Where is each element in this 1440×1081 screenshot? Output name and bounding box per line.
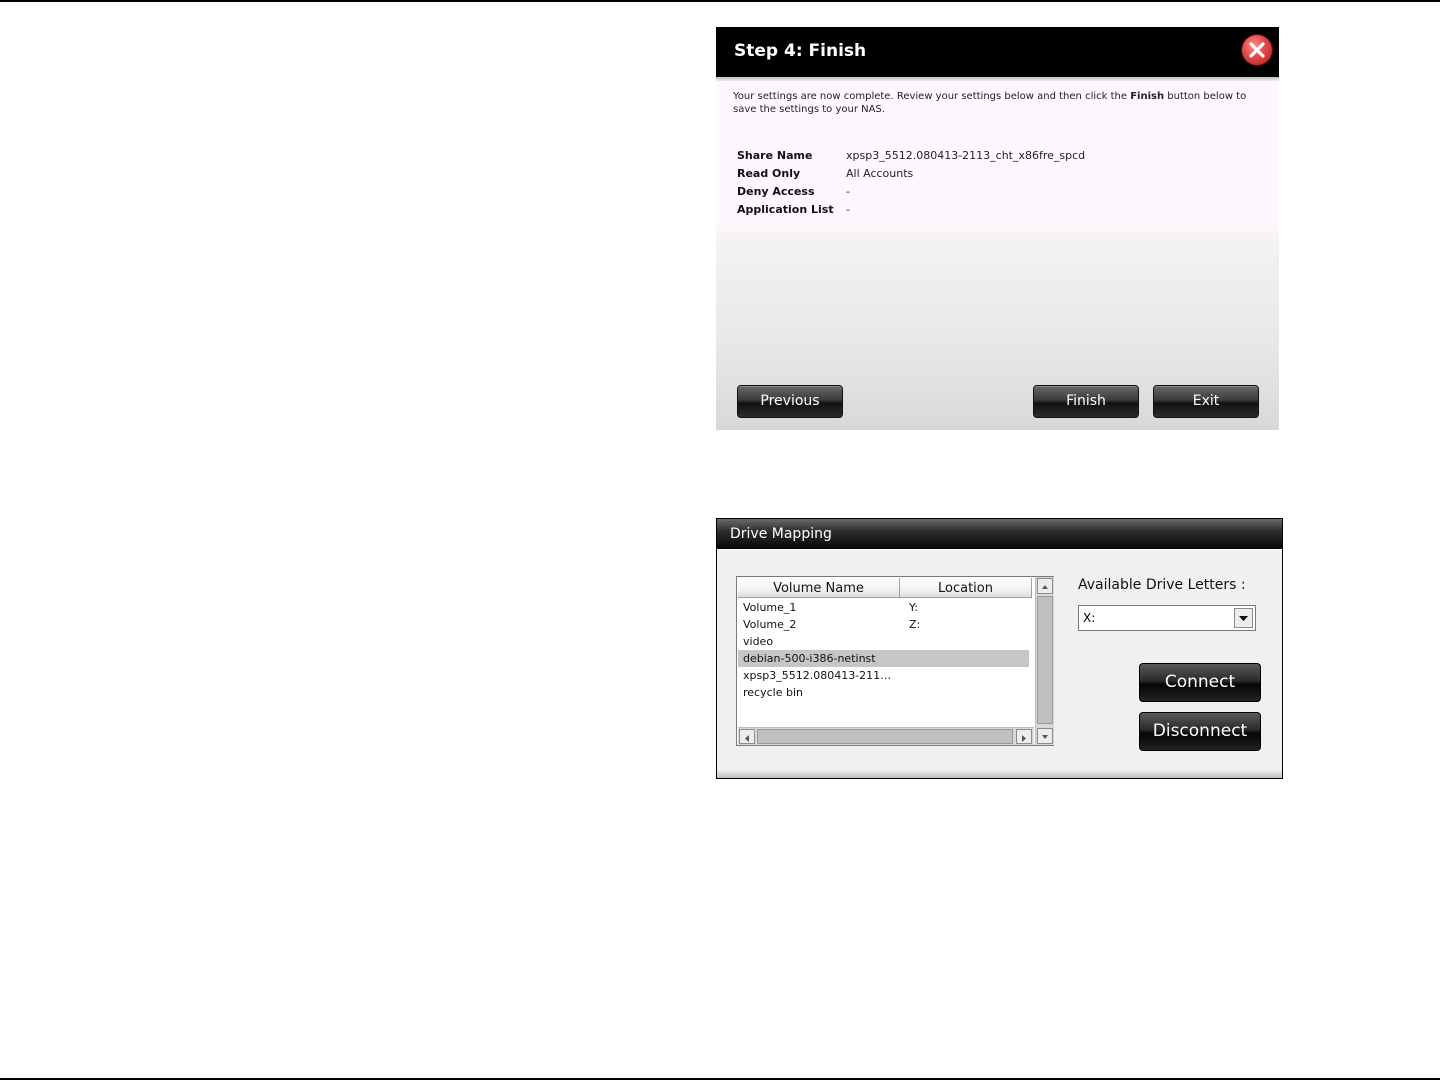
vertical-scrollbar[interactable] <box>1035 577 1054 745</box>
summary-value: - <box>846 185 850 198</box>
volume-list[interactable]: Volume Name Location Volume_1 Y: Volume_… <box>736 576 1054 746</box>
exit-button[interactable]: Exit <box>1153 385 1259 418</box>
volume-name: Volume_1 <box>743 601 797 614</box>
scroll-right-button[interactable] <box>1016 729 1032 744</box>
wizard-title: Step 4: Finish <box>734 41 867 61</box>
summary-label: Deny Access <box>737 185 815 198</box>
drive-letter-select[interactable]: X: <box>1078 605 1256 631</box>
drive-mapping-title: Drive Mapping <box>730 526 832 542</box>
arrow-left-icon <box>745 735 749 742</box>
summary-label: Share Name <box>737 149 813 162</box>
disconnect-button[interactable]: Disconnect <box>1139 712 1261 751</box>
summary-value: xpsp3_5512.080413-2113_cht_x86fre_spcd <box>846 149 1086 162</box>
volume-location: Y: <box>909 601 918 614</box>
summary-row-read-only: Read Only All Accounts <box>737 165 1085 183</box>
volume-list-rows: Volume_1 Y: Volume_2 Z: video debian-500… <box>738 599 1032 701</box>
volume-name: xpsp3_5512.080413-211… <box>743 669 892 682</box>
drive-mapping-titlebar: Drive Mapping <box>717 519 1282 549</box>
summary-label: Application List <box>737 203 834 216</box>
arrow-up-icon <box>1042 585 1048 589</box>
column-header-location[interactable]: Location <box>900 578 1032 598</box>
previous-button[interactable]: Previous <box>737 385 843 418</box>
finish-wizard-dialog: Step 4: Finish Your settings are now com… <box>716 27 1279 430</box>
top-rule <box>0 0 1440 2</box>
list-item[interactable]: recycle bin <box>738 684 1032 701</box>
chevron-down-icon <box>1239 616 1248 621</box>
connect-button[interactable]: Connect <box>1139 663 1261 702</box>
volume-location <box>903 633 909 650</box>
available-drive-letters-label: Available Drive Letters : <box>1078 577 1246 593</box>
volume-name: recycle bin <box>743 686 803 699</box>
intro-text-start: Your settings are now complete. Review y… <box>733 91 1131 102</box>
list-item[interactable]: video <box>738 633 1032 650</box>
volume-location <box>903 684 909 701</box>
finish-button[interactable]: Finish <box>1033 385 1139 418</box>
scroll-down-button[interactable] <box>1037 728 1053 744</box>
volume-name: video <box>743 635 774 648</box>
intro-text-bold: Finish <box>1130 91 1165 102</box>
summary-label: Read Only <box>737 167 801 180</box>
close-icon <box>1249 42 1265 58</box>
drive-mapping-window: Drive Mapping Volume Name Location Volum… <box>716 518 1283 779</box>
wizard-header: Step 4: Finish <box>716 27 1279 77</box>
arrow-right-icon <box>1022 735 1026 742</box>
horizontal-scrollbar[interactable] <box>738 727 1034 745</box>
settings-summary: Share Name xpsp3_5512.080413-2113_cht_x8… <box>737 147 1085 219</box>
summary-value: - <box>846 203 850 216</box>
window-bottom-edge <box>717 770 1282 778</box>
volume-list-header: Volume Name Location <box>738 578 1032 598</box>
list-item[interactable]: Volume_2 Z: <box>738 616 1032 633</box>
list-item[interactable]: Volume_1 Y: <box>738 599 1032 616</box>
scroll-left-button[interactable] <box>739 729 755 744</box>
vertical-scroll-thumb[interactable] <box>1037 596 1053 724</box>
column-header-volume-name[interactable]: Volume Name <box>738 578 900 598</box>
summary-value: All Accounts <box>846 167 914 180</box>
list-item-selected[interactable]: debian-500-i386-netinst <box>738 650 1029 667</box>
volume-name: debian-500-i386-netinst <box>743 652 876 665</box>
header-divider <box>716 77 1279 81</box>
drive-letter-dropdown-button[interactable] <box>1234 608 1253 628</box>
volume-location <box>903 667 909 684</box>
intro-text: Your settings are now complete. Review y… <box>733 90 1263 116</box>
volume-name: Volume_2 <box>743 618 797 631</box>
list-item[interactable]: xpsp3_5512.080413-211… <box>738 667 1032 684</box>
arrow-down-icon <box>1042 735 1048 739</box>
summary-row-deny-access: Deny Access - <box>737 183 1085 201</box>
drive-letter-value: X: <box>1083 611 1096 625</box>
close-button[interactable] <box>1242 35 1272 65</box>
volume-location: Z: <box>909 618 921 631</box>
scroll-up-button[interactable] <box>1037 578 1053 594</box>
volume-location <box>903 650 909 667</box>
summary-row-share-name: Share Name xpsp3_5512.080413-2113_cht_x8… <box>737 147 1085 165</box>
summary-row-application-list: Application List - <box>737 201 1085 219</box>
bottom-rule <box>0 1078 1440 1080</box>
horizontal-scroll-thumb[interactable] <box>757 729 1013 744</box>
